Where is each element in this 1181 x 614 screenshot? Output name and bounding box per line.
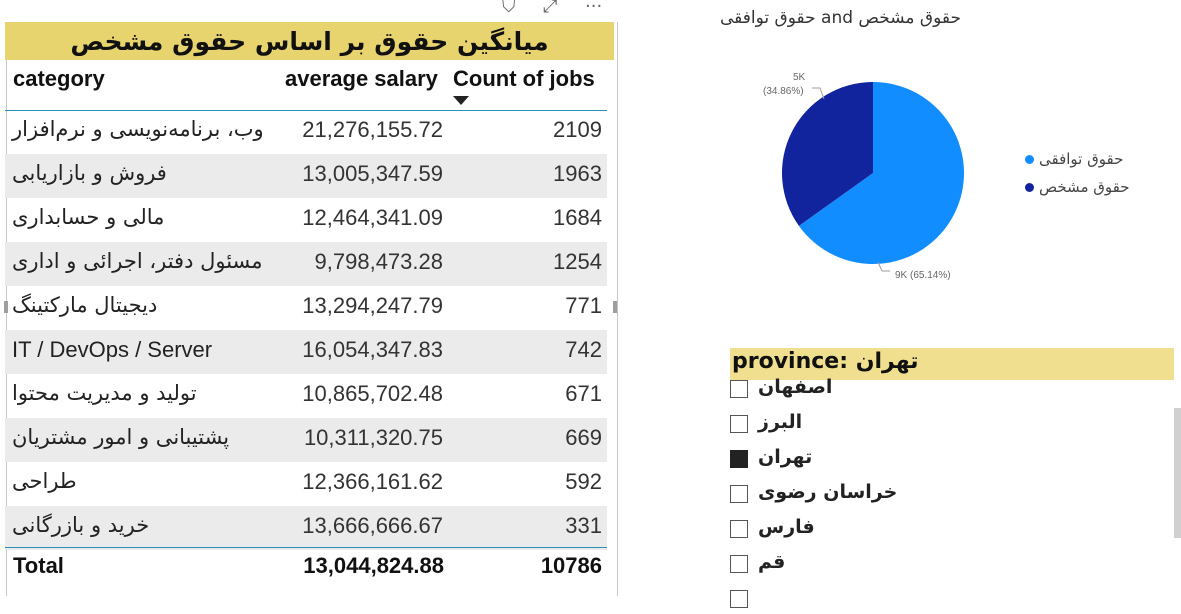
slicer-item-label: فارس <box>758 516 815 538</box>
cell-count-of-jobs: 669 <box>565 425 602 450</box>
table-row[interactable]: مالی و حسابداری 12,464,341.09 1684 <box>5 198 607 242</box>
more-options-icon[interactable]: ··· <box>585 0 602 18</box>
cell-category: تولید و مدیریت محتوا <box>12 381 197 405</box>
resize-handle-right[interactable] <box>613 301 617 313</box>
legend-label: حقوق توافقی <box>1039 150 1124 168</box>
legend-dot-agreed-salary <box>1025 155 1034 164</box>
table-row[interactable]: خرید و بازرگانی 13,666,666.67 331 <box>5 506 607 550</box>
slicer-item-label: قم <box>758 551 786 573</box>
slicer-item-label: خراسان رضوی <box>758 481 898 503</box>
large-slice-label: 9K (65.14%) <box>895 270 951 281</box>
slicer-item-label: تهران <box>758 446 813 468</box>
slicer-item-label: اصفهان <box>758 376 833 398</box>
cell-category: خرید و بازرگانی <box>12 513 150 537</box>
table-row[interactable]: تولید و مدیریت محتوا 10,865,702.48 671 <box>5 374 607 418</box>
slicer-scrollbar[interactable] <box>1174 408 1181 538</box>
checkbox[interactable] <box>730 485 748 503</box>
cell-average-salary: 16,054,347.83 <box>302 337 443 362</box>
cell-average-salary: 13,005,347.59 <box>302 161 443 186</box>
cell-average-salary: 21,276,155.72 <box>302 117 443 142</box>
cell-count-of-jobs: 331 <box>565 513 602 538</box>
table-row[interactable]: وب، برنامه‌نویسی و نرم‌افزار 21,276,155.… <box>5 110 607 154</box>
sort-descending-icon[interactable] <box>453 96 469 105</box>
legend-item-specified-salary[interactable]: حقوق مشخص <box>1025 178 1130 196</box>
cell-average-salary: 12,464,341.09 <box>302 205 443 230</box>
cell-count-of-jobs: 1963 <box>553 161 602 186</box>
table-row[interactable]: دیجیتال مارکتینگ 13,294,247.79 771 <box>5 286 607 330</box>
cell-category: دیجیتال مارکتینگ <box>12 293 158 317</box>
cell-count-of-jobs: 2109 <box>553 117 602 142</box>
pie-chart[interactable] <box>770 70 980 290</box>
total-divider <box>5 547 607 548</box>
cell-category: طراحی <box>12 469 77 493</box>
total-average-salary: 13,044,824.88 <box>303 553 444 578</box>
cell-average-salary: 13,666,666.67 <box>302 513 443 538</box>
cell-average-salary: 10,311,320.75 <box>303 425 443 450</box>
slicer-header-label: province: تهران <box>732 349 919 374</box>
cell-count-of-jobs: 592 <box>565 469 602 494</box>
small-slice-percent-label: (34.86%) <box>763 86 804 97</box>
cell-count-of-jobs: 771 <box>565 293 602 318</box>
checkbox[interactable] <box>730 380 748 398</box>
column-header-category[interactable]: category <box>13 66 105 92</box>
checkbox[interactable] <box>730 520 748 538</box>
small-slice-value-label: 5K <box>793 72 806 83</box>
table-row[interactable]: IT / DevOps / Server 16,054,347.83 742 <box>5 330 607 374</box>
table-title: میانگین حقوق بر اساس حقوق مشخص <box>5 22 614 60</box>
cell-count-of-jobs: 1254 <box>553 249 602 274</box>
column-header-count-of-jobs[interactable]: Count of jobs <box>453 66 595 92</box>
column-header-average-salary[interactable]: average salary <box>285 66 438 92</box>
checkbox[interactable] <box>730 590 748 608</box>
checkbox[interactable] <box>730 415 748 433</box>
cell-average-salary: 10,865,702.48 <box>302 381 443 406</box>
cell-category: مسئول دفتر، اجرائی و اداری <box>12 249 263 273</box>
cell-count-of-jobs: 1684 <box>553 205 602 230</box>
cell-average-salary: 9,798,473.28 <box>314 249 443 274</box>
cell-category: وب، برنامه‌نویسی و نرم‌افزار <box>12 117 264 141</box>
table-row[interactable]: فروش و بازاریابی 13,005,347.59 1963 <box>5 154 607 198</box>
pie-chart-title: حقوق مشخص and حقوق توافقی <box>720 8 961 28</box>
cell-category: مالی و حسابداری <box>12 205 165 229</box>
cell-count-of-jobs: 742 <box>565 337 602 362</box>
cell-category: IT / DevOps / Server <box>12 337 213 362</box>
small-slice-leader-line <box>812 87 825 100</box>
cell-average-salary: 13,294,247.79 <box>302 293 443 318</box>
legend-label: حقوق مشخص <box>1039 178 1130 196</box>
cell-count-of-jobs: 671 <box>565 381 602 406</box>
focus-mode-icon[interactable]: ⤢ <box>543 0 557 18</box>
checkbox-checked[interactable] <box>730 450 748 468</box>
total-label: Total <box>13 553 64 578</box>
total-count-of-jobs: 10786 <box>540 553 602 578</box>
checkbox[interactable] <box>730 555 748 573</box>
table-row[interactable]: مسئول دفتر، اجرائی و اداری 9,798,473.28 … <box>5 242 607 286</box>
table-row[interactable]: پشتیبانی و امور مشتریان 10,311,320.75 66… <box>5 418 607 462</box>
filter-icon[interactable]: ⛉ <box>502 0 516 18</box>
pie-slices <box>782 82 964 264</box>
cell-average-salary: 12,366,161.62 <box>302 469 443 494</box>
table-row[interactable]: طراحی 12,366,161.62 592 <box>5 462 607 506</box>
legend-dot-specified-salary <box>1025 183 1034 192</box>
cell-category: فروش و بازاریابی <box>12 161 167 185</box>
cell-category: پشتیبانی و امور مشتریان <box>12 425 230 449</box>
legend-item-agreed-salary[interactable]: حقوق توافقی <box>1025 150 1123 168</box>
slicer-item-label: البرز <box>758 411 803 433</box>
